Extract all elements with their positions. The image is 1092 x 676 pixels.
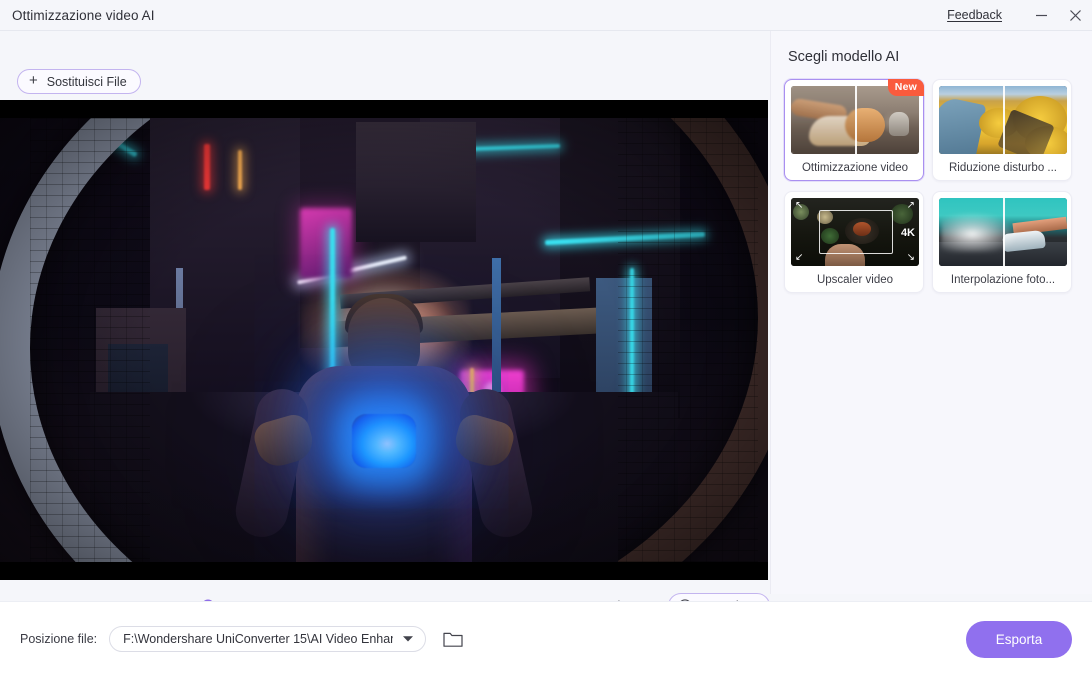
model-thumbnail xyxy=(939,198,1067,266)
orb-glow xyxy=(269,302,499,502)
replace-file-button[interactable]: + Sostituisci File xyxy=(17,69,141,94)
page-title: Ottimizzazione video AI xyxy=(12,7,155,23)
bottom-bar: Posizione file: F:\Wondershare UniConver… xyxy=(0,601,1092,676)
letterbox-bottom xyxy=(0,562,768,580)
file-location-label: Posizione file: xyxy=(20,632,98,646)
editor-pane: + Sostituisci File xyxy=(0,31,770,632)
chevron-down-icon xyxy=(403,636,414,642)
before-after-divider xyxy=(1003,198,1005,266)
before-after-divider xyxy=(1003,86,1005,154)
model-card-label: Riduzione disturbo ... xyxy=(948,162,1058,174)
model-thumbnail: ↖ ↗ ↙ ↘ 4K xyxy=(791,198,919,266)
resolution-tag: 4K xyxy=(900,227,915,239)
model-card-label: Upscaler video xyxy=(816,274,894,286)
model-thumbnail xyxy=(791,86,919,154)
replace-file-label: Sostituisci File xyxy=(46,74,127,89)
browse-folder-button[interactable] xyxy=(442,628,464,650)
minimize-icon xyxy=(1035,14,1047,16)
close-icon xyxy=(1069,9,1081,21)
video-frame-content xyxy=(0,118,768,562)
minimize-button[interactable] xyxy=(1024,0,1058,31)
model-card-label: Interpolazione foto... xyxy=(950,274,1056,286)
folder-icon xyxy=(443,632,463,647)
export-button[interactable]: Esporta xyxy=(966,620,1072,658)
file-location-select[interactable]: F:\Wondershare UniConverter 15\AI Video … xyxy=(109,626,427,652)
stone-arch-right xyxy=(618,118,768,562)
close-button[interactable] xyxy=(1058,0,1092,31)
model-card-upscaler[interactable]: ↖ ↗ ↙ ↘ 4K Upscaler video xyxy=(784,191,924,293)
video-preview[interactable] xyxy=(0,100,768,580)
before-after-divider xyxy=(855,86,857,154)
file-location-value: F:\Wondershare UniConverter 15\AI Video … xyxy=(123,632,394,646)
title-bar: Ottimizzazione video AI Feedback xyxy=(0,0,1092,31)
new-badge: New xyxy=(887,79,924,96)
ai-model-panel: Scegli modello AI New Ottimizzazione vid… xyxy=(770,31,1092,594)
model-card-label: Ottimizzazione video xyxy=(801,162,909,174)
stone-arch-left xyxy=(0,118,150,562)
model-card-video-enhancer[interactable]: New Ottimizzazione video xyxy=(784,79,924,181)
plus-icon: + xyxy=(29,72,38,89)
model-card-frame-interpolation[interactable]: Interpolazione foto... xyxy=(932,191,1072,293)
window-controls: Feedback xyxy=(947,0,1092,31)
model-thumbnail xyxy=(939,86,1067,154)
ai-model-panel-title: Scegli modello AI xyxy=(788,49,900,65)
letterbox-top xyxy=(0,100,768,118)
ai-model-grid: New Ottimizzazione video Riduzione distu… xyxy=(784,79,1084,293)
feedback-link[interactable]: Feedback xyxy=(947,8,1002,22)
model-card-denoise[interactable]: Riduzione disturbo ... xyxy=(932,79,1072,181)
ai-video-enhancer-window: Ottimizzazione video AI Feedback + Sosti… xyxy=(0,0,1092,676)
video-canvas xyxy=(0,100,768,580)
